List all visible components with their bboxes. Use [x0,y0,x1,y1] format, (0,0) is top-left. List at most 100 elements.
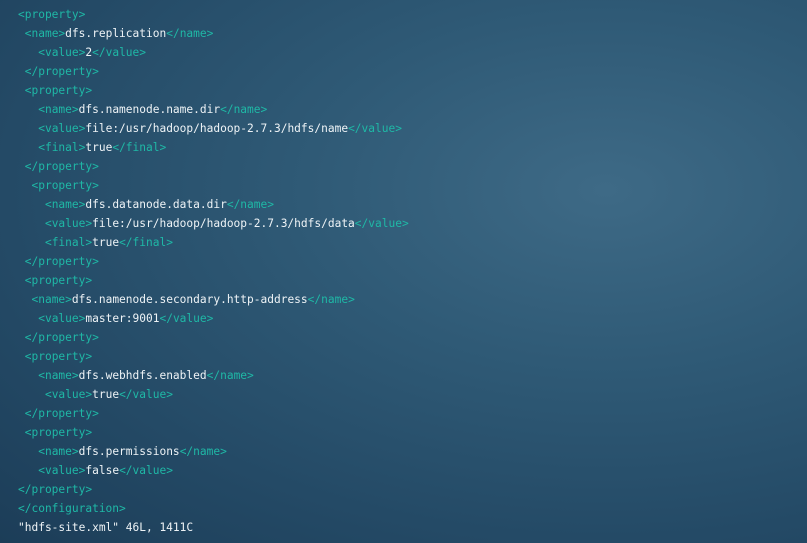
xml-text: master:9001 [85,312,160,325]
code-line: <property> [18,271,807,290]
xml-tag: <name> [44,198,86,211]
xml-tag: <name> [38,103,79,116]
xml-text: false [85,464,120,477]
code-line: <name>dfs.webhdfs.enabled</name> [18,366,807,385]
xml-tag: </name> [179,445,227,458]
xml-text: true [92,388,120,401]
xml-tag: </value> [92,46,147,59]
code-line: <final>true</final> [18,233,807,252]
xml-text: true [85,141,113,154]
code-line: <name>dfs.permissions</name> [18,442,807,461]
xml-tag: <property> [24,274,93,287]
code-line: <value>2</value> [18,43,807,62]
xml-text: dfs.permissions [78,445,180,458]
code-line: </property> [18,404,807,423]
xml-text: dfs.namenode.name.dir [78,103,221,116]
xml-tag: <name> [24,27,66,40]
xml-tag: </property> [24,407,99,420]
xml-tag: <value> [44,217,93,230]
code-line: <value>file:/usr/hadoop/hadoop-2.7.3/hdf… [18,119,807,138]
code-line: <property> [18,347,807,366]
xml-tag: </property> [24,65,99,78]
xml-text: file:/usr/hadoop/hadoop-2.7.3/hdfs/name [85,122,349,135]
xml-text: dfs.datanode.data.dir [85,198,227,211]
xml-tag: </value> [119,464,173,477]
xml-text: true [92,236,120,249]
code-line: <value>true</value> [18,385,807,404]
xml-tag: </value> [159,312,214,325]
code-line: <value>file:/usr/hadoop/hadoop-2.7.3/hdf… [18,214,807,233]
xml-tag: </value> [348,122,402,135]
status-line: "hdfs-site.xml" 46L, 1411C [18,521,194,534]
xml-text: dfs.replication [65,27,167,40]
xml-tag: <final> [38,141,86,154]
xml-tag: <name> [38,369,79,382]
code-line: </property> [18,480,807,499]
code-line: <property> [18,5,807,24]
code-line: <value>false</value> [18,461,807,480]
code-line: <name>dfs.replication</name> [18,24,807,43]
xml-tag: <property> [24,426,93,439]
xml-tag: <value> [38,122,86,135]
xml-text: dfs.namenode.secondary.http-address [71,293,308,306]
xml-tag: <name> [31,293,72,306]
xml-tag: </name> [166,27,214,40]
code-line: </property> [18,328,807,347]
editor-buffer[interactable]: <property> <name>dfs.replication</name> … [0,5,807,518]
code-line: <property> [18,176,807,195]
xml-tag: </name> [307,293,355,306]
xml-tag: </configuration> [18,502,126,515]
xml-tag: <value> [38,312,86,325]
xml-tag: <name> [38,445,79,458]
xml-text: file:/usr/hadoop/hadoop-2.7.3/hdfs/data [92,217,355,230]
xml-tag: </property> [18,483,93,496]
xml-tag: <final> [44,236,93,249]
xml-tag: </property> [24,160,99,173]
code-line: </configuration> [18,499,807,518]
xml-tag: <property> [24,350,93,363]
xml-tag: <property> [18,8,86,21]
vim-terminal[interactable]: <property> <name>dfs.replication</name> … [0,0,807,543]
xml-tag: </property> [24,331,99,344]
xml-tag: </value> [354,217,409,230]
xml-tag: </name> [226,198,274,211]
code-line: <final>true</final> [18,138,807,157]
xml-tag: </final> [112,141,167,154]
code-line: <value>master:9001</value> [18,309,807,328]
xml-tag: <property> [24,84,93,97]
code-line: <name>dfs.namenode.secondary.http-addres… [18,290,807,309]
xml-text: dfs.webhdfs.enabled [78,369,207,382]
xml-tag: <value> [44,388,93,401]
xml-tag: <value> [38,464,86,477]
xml-tag: </name> [206,369,254,382]
xml-tag: </property> [24,255,99,268]
code-line: <name>dfs.namenode.name.dir</name> [18,100,807,119]
xml-tag: <value> [38,46,86,59]
xml-tag: </name> [220,103,268,116]
xml-tag: </value> [119,388,173,401]
xml-tag: </final> [119,236,173,249]
code-line: </property> [18,157,807,176]
